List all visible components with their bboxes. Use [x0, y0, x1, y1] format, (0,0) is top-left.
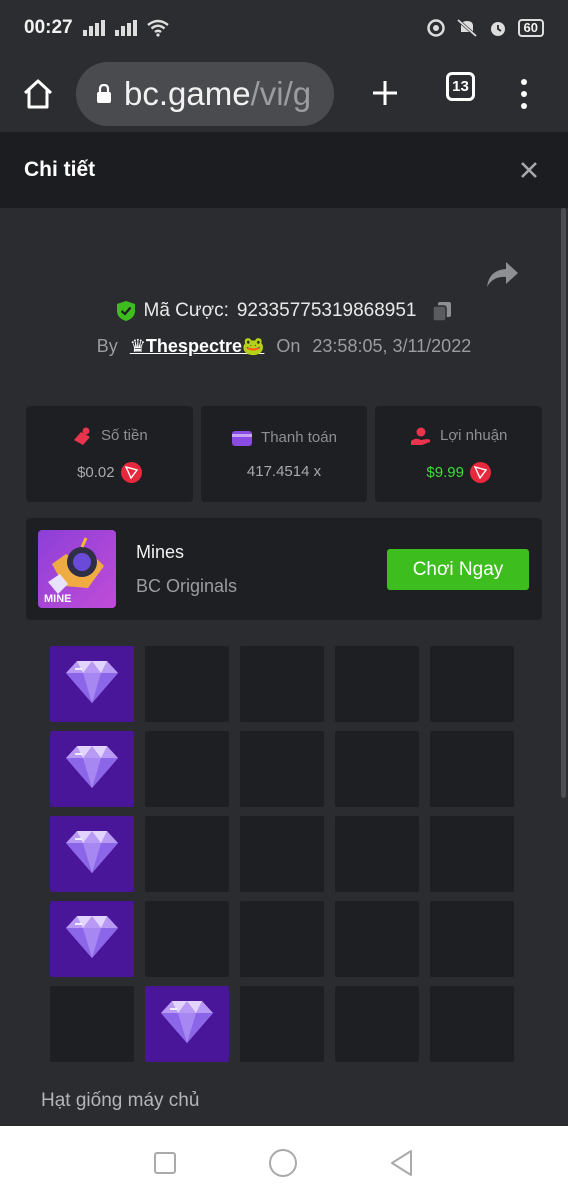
home-icon [23, 79, 53, 109]
back-icon[interactable] [389, 1149, 415, 1177]
game-provider: BC Originals [136, 576, 238, 596]
copy-icon[interactable] [431, 300, 453, 322]
gem-icon [65, 914, 119, 965]
stat-profit: Lợi nhuận $9.99 [375, 406, 543, 502]
modal-header: Chi tiết [0, 132, 568, 208]
mines-tile-gem [50, 816, 134, 892]
mines-tile-empty [430, 901, 514, 977]
stat-amount-label: Số tiền [100, 427, 148, 444]
bet-detail-panel: Mã Cược: 92335775319868951 By ♛Thespectr… [0, 208, 568, 1126]
tron-coin-icon [120, 461, 142, 483]
mines-tile-gem [145, 986, 229, 1062]
stat-amount: Số tiền $0.02 [26, 406, 193, 502]
mines-tile-empty [335, 731, 419, 807]
mute-icon [456, 18, 477, 38]
mines-tile-empty [335, 816, 419, 892]
mines-tile-empty [335, 986, 419, 1062]
system-nav-bar [0, 1126, 568, 1200]
scrollbar[interactable] [561, 208, 566, 798]
bet-id-row: Mã Cược: 92335775319868951 [0, 300, 568, 322]
tron-coin-icon [469, 461, 491, 483]
bet-stats: Số tiền $0.02 Thanh toán 417.4514 x Lợi … [26, 406, 543, 502]
gem-icon [65, 659, 119, 710]
url-host: bc.game [124, 75, 251, 112]
signal-icon [82, 20, 105, 36]
mines-tile-empty [145, 646, 229, 722]
mines-tile-gem [50, 901, 134, 977]
stat-amount-value: $0.02 [77, 463, 115, 481]
mines-tile-empty [50, 986, 134, 1062]
mines-tile-empty [145, 731, 229, 807]
tab-switcher-button[interactable]: 13 [446, 72, 475, 101]
mines-tile-gem [50, 646, 134, 722]
clock: 00:27 [24, 17, 73, 38]
close-button[interactable] [514, 155, 544, 185]
mines-game-thumbnail[interactable]: MINE [38, 530, 116, 608]
wifi-icon [146, 19, 169, 37]
url-path: /vi/g [250, 75, 312, 112]
mines-tile-empty [430, 646, 514, 722]
game-card: MINE Mines BC Originals Chơi Ngay [26, 518, 542, 620]
gem-icon [160, 999, 214, 1050]
hand-coin-icon [410, 427, 431, 445]
mines-tile-empty [145, 816, 229, 892]
mines-tile-empty [240, 901, 324, 977]
status-bar: 00:27 60 [0, 0, 568, 56]
mines-tile-empty [145, 901, 229, 977]
money-bag-icon [73, 427, 90, 445]
stat-payout-value: 417.4514 x [246, 462, 322, 480]
address-bar[interactable]: bc.game/vi/g [76, 62, 334, 126]
mines-tile-empty [240, 731, 324, 807]
by-label: By [96, 336, 118, 356]
mines-tile-empty [240, 986, 324, 1062]
mines-tile-empty [430, 986, 514, 1062]
stat-payout-label: Thanh toán [261, 429, 337, 446]
bet-id-value: 92335775319868951 [236, 300, 417, 321]
stat-profit-label: Lợi nhuận [439, 427, 508, 444]
alarm-icon [490, 22, 505, 36]
mines-tile-empty [240, 646, 324, 722]
mines-tile-empty [240, 816, 324, 892]
browser-toolbar: bc.game/vi/g 13 [0, 56, 568, 132]
home-button[interactable] [0, 56, 76, 132]
game-name[interactable]: Mines [136, 542, 184, 563]
recents-icon[interactable] [153, 1151, 177, 1175]
signal-icon-2 [114, 20, 137, 36]
mines-tile-empty [430, 731, 514, 807]
plus-icon [373, 81, 397, 105]
mines-tile-empty [335, 646, 419, 722]
bet-datetime: 23:58:05, 3/11/2022 [312, 336, 472, 356]
mines-tile-empty [335, 901, 419, 977]
browser-menu-button[interactable] [510, 70, 538, 118]
gem-icon [65, 744, 119, 795]
mines-board [50, 646, 514, 1062]
modal-title: Chi tiết [24, 158, 96, 181]
mines-tile-empty [430, 816, 514, 892]
gem-icon [65, 829, 119, 880]
bet-id-label: Mã Cược: [143, 300, 229, 321]
bet-author-row: By ♛Thespectre🐸 On 23:58:05, 3/11/2022 [0, 336, 568, 357]
thumb-label: MINE [44, 593, 72, 605]
lock-icon [97, 84, 111, 103]
wallet-icon [232, 430, 253, 446]
on-label: On [276, 336, 301, 356]
server-seed-label: Hạt giống máy chủ [41, 1090, 200, 1111]
new-tab-button[interactable] [362, 70, 408, 116]
play-now-button[interactable]: Chơi Ngay [387, 549, 529, 590]
stat-profit-value: $9.99 [426, 463, 464, 481]
stat-payout: Thanh toán 417.4514 x [200, 406, 368, 502]
home-nav-icon[interactable] [268, 1148, 298, 1178]
mines-tile-gem [50, 731, 134, 807]
battery-indicator: 60 [517, 19, 544, 37]
share-icon[interactable] [484, 260, 520, 290]
data-saver-icon [426, 19, 445, 37]
close-icon [521, 162, 537, 178]
verified-shield-icon [116, 301, 135, 321]
username-link[interactable]: ♛Thespectre🐸 [130, 336, 265, 357]
